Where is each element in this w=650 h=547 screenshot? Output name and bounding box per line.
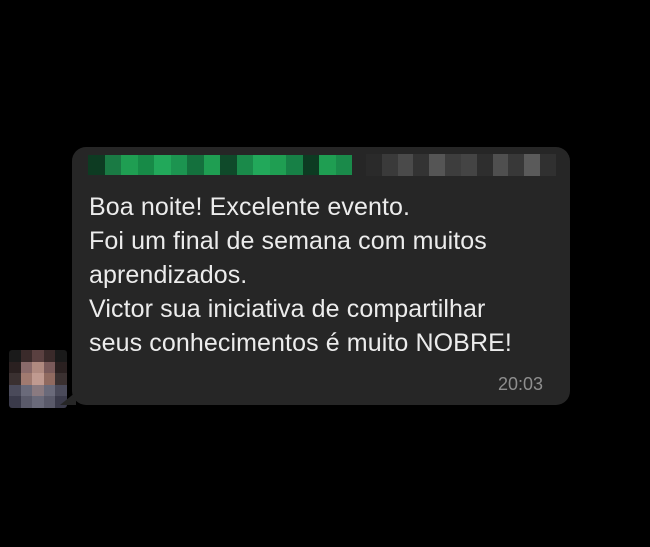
redaction-pixel bbox=[460, 154, 477, 176]
avatar-pixel bbox=[9, 384, 21, 397]
redaction-pixel bbox=[319, 155, 336, 175]
redaction-pixel bbox=[236, 155, 253, 175]
sender-name-redacted[interactable] bbox=[88, 155, 352, 175]
avatar-pixel bbox=[9, 373, 21, 385]
avatar-pixel bbox=[43, 350, 56, 362]
redaction-pixel bbox=[429, 154, 446, 176]
message-text: Boa noite! Excelente evento. Foi um fina… bbox=[89, 190, 559, 360]
avatar-pixel bbox=[55, 350, 67, 362]
redaction-pixel bbox=[381, 154, 398, 176]
message-line: Victor sua iniciativa de compartilhar bbox=[89, 295, 486, 323]
redaction-pixel bbox=[220, 155, 237, 175]
redaction-pixel bbox=[524, 154, 541, 176]
avatar-pixel bbox=[9, 350, 21, 362]
avatar-pixel bbox=[43, 373, 56, 385]
redaction-pixel bbox=[540, 154, 556, 176]
chat-screen: Boa noite! Excelente evento. Foi um fina… bbox=[0, 0, 650, 547]
avatar-pixel bbox=[20, 396, 33, 408]
message-line: Boa noite! Excelente evento. bbox=[89, 193, 411, 221]
sender-avatar-icon[interactable] bbox=[9, 350, 67, 408]
avatar-pixel bbox=[32, 350, 44, 362]
avatar-pixel bbox=[9, 361, 21, 374]
sender-phone-redacted bbox=[366, 154, 556, 176]
avatar-pixel bbox=[43, 361, 56, 374]
redaction-pixel bbox=[413, 154, 430, 176]
redaction-pixel bbox=[286, 155, 303, 175]
message-line: Foi um final de semana com muitos bbox=[89, 227, 487, 255]
avatar-pixel bbox=[20, 350, 33, 362]
avatar-pixel bbox=[32, 373, 44, 385]
redaction-pixel bbox=[104, 155, 121, 175]
redaction-pixel bbox=[492, 154, 509, 176]
message-line: aprendizados. bbox=[89, 261, 248, 289]
avatar-pixel bbox=[20, 384, 33, 397]
redaction-pixel bbox=[335, 155, 352, 175]
avatar-pixel bbox=[43, 384, 56, 397]
redaction-pixel bbox=[203, 155, 220, 175]
redaction-pixel bbox=[508, 154, 525, 176]
redaction-pixel bbox=[366, 154, 382, 176]
redaction-pixel bbox=[154, 155, 171, 175]
redaction-pixel bbox=[397, 154, 414, 176]
avatar-pixel bbox=[32, 384, 44, 397]
redaction-pixel bbox=[253, 155, 270, 175]
redaction-pixel bbox=[170, 155, 187, 175]
avatar-pixel bbox=[43, 396, 56, 408]
message-line: seus conhecimentos é muito NOBRE! bbox=[89, 329, 512, 357]
message-timestamp: 20:03 bbox=[498, 374, 544, 394]
avatar-pixel bbox=[55, 373, 67, 385]
redaction-pixel bbox=[476, 154, 493, 176]
redaction-pixel bbox=[88, 155, 105, 175]
avatar-pixel bbox=[32, 361, 44, 374]
redaction-pixel bbox=[187, 155, 204, 175]
sender-header bbox=[88, 152, 556, 178]
avatar-pixel bbox=[20, 361, 33, 374]
redaction-pixel bbox=[269, 155, 286, 175]
avatar-pixel bbox=[9, 396, 21, 408]
redaction-pixel bbox=[445, 154, 461, 176]
avatar-pixel bbox=[20, 373, 33, 385]
avatar-pixel bbox=[32, 396, 44, 408]
redaction-pixel bbox=[302, 155, 319, 175]
redaction-pixel bbox=[121, 155, 138, 175]
redaction-pixel bbox=[137, 155, 154, 175]
avatar-pixel bbox=[55, 361, 67, 374]
